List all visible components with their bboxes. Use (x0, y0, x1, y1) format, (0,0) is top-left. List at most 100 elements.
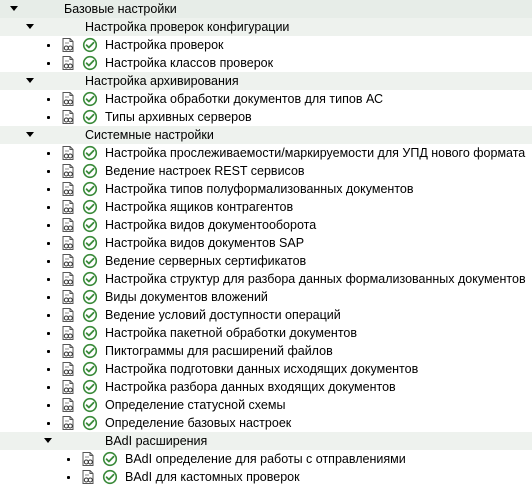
document-glasses-icon[interactable] (60, 397, 76, 413)
execute-check-icon[interactable] (102, 451, 118, 467)
bullet-icon (47, 260, 50, 263)
settings-tree: Базовые настройки Настройка проверок конф… (0, 0, 532, 486)
document-glasses-icon[interactable] (60, 199, 76, 215)
tree-item[interactable]: Настройка видов документов SAP (0, 234, 532, 252)
document-glasses-icon[interactable] (60, 289, 76, 305)
tree-item[interactable]: Пиктограммы для расширений файлов (0, 342, 532, 360)
bullet-icon (47, 368, 50, 371)
execute-check-icon[interactable] (82, 307, 98, 323)
document-glasses-icon[interactable] (60, 55, 76, 71)
tree-item[interactable]: Настройка пакетной обработки документов (0, 324, 532, 342)
triangle-down-icon[interactable] (10, 6, 18, 11)
execute-check-icon[interactable] (82, 271, 98, 287)
tree-subgroup[interactable]: BAdI расширения (0, 432, 532, 450)
tree-item[interactable]: Настройка проверок (0, 36, 532, 54)
document-glasses-icon[interactable] (80, 469, 96, 485)
tree-item[interactable]: Настройка структур для разбора данных фо… (0, 270, 532, 288)
execute-check-icon[interactable] (82, 415, 98, 431)
tree-item[interactable]: Настройка ящиков контрагентов (0, 198, 532, 216)
tree-item-label: Ведение настроек REST сервисов (105, 164, 305, 178)
tree-item[interactable]: Настройка подготовки данных исходящих до… (0, 360, 532, 378)
triangle-down-icon[interactable] (26, 78, 34, 83)
execute-check-icon[interactable] (82, 289, 98, 305)
tree-item-label: Настройка видов документов SAP (105, 236, 305, 250)
triangle-down-icon[interactable] (26, 24, 34, 29)
tree-item[interactable]: Определение базовых настроек (0, 414, 532, 432)
execute-check-icon[interactable] (82, 145, 98, 161)
document-glasses-icon[interactable] (60, 361, 76, 377)
bullet-icon (47, 422, 50, 425)
tree-item[interactable]: Определение статусной схемы (0, 396, 532, 414)
document-glasses-icon[interactable] (60, 217, 76, 233)
tree-item[interactable]: Настройка классов проверок (0, 54, 532, 72)
tree-group[interactable]: Системные настройки (0, 126, 532, 144)
tree-item-label: Пиктограммы для расширений файлов (105, 344, 333, 358)
tree-item-label: Настройка разбора данных входящих докуме… (105, 380, 396, 394)
execute-check-icon[interactable] (82, 379, 98, 395)
bullet-icon (47, 314, 50, 317)
tree-item[interactable]: BAdI для кастомных проверок (0, 468, 532, 486)
bullet-icon (47, 296, 50, 299)
bullet-icon (47, 278, 50, 281)
tree-group[interactable]: Настройка архивирования (0, 72, 532, 90)
execute-check-icon[interactable] (82, 91, 98, 107)
tree-item[interactable]: Ведение серверных сертификатов (0, 252, 532, 270)
execute-check-icon[interactable] (82, 325, 98, 341)
tree-item[interactable]: Ведение условий доступности операций (0, 306, 532, 324)
document-glasses-icon[interactable] (60, 181, 76, 197)
execute-check-icon[interactable] (82, 109, 98, 125)
triangle-down-icon[interactable] (44, 438, 52, 443)
tree-item[interactable]: Ведение настроек REST сервисов (0, 162, 532, 180)
document-glasses-icon[interactable] (60, 379, 76, 395)
execute-check-icon[interactable] (82, 397, 98, 413)
tree-item-label: Настройка пакетной обработки документов (105, 326, 358, 340)
tree-item[interactable]: Настройка прослеживаемости/маркируемости… (0, 144, 532, 162)
tree-root[interactable]: Базовые настройки (0, 0, 532, 18)
document-glasses-icon[interactable] (60, 271, 76, 287)
execute-check-icon[interactable] (102, 469, 118, 485)
tree-item[interactable]: Настройка разбора данных входящих докуме… (0, 378, 532, 396)
tree-item[interactable]: Виды документов вложений (0, 288, 532, 306)
document-glasses-icon[interactable] (60, 163, 76, 179)
tree-item-label: Типы архивных серверов (105, 110, 252, 124)
tree-item-label: Настройка подготовки данных исходящих до… (105, 362, 419, 376)
document-glasses-icon[interactable] (60, 307, 76, 323)
execute-check-icon[interactable] (82, 217, 98, 233)
document-glasses-icon[interactable] (60, 91, 76, 107)
tree-item[interactable]: Типы архивных серверов (0, 108, 532, 126)
tree-item-label: Настройка прослеживаемости/маркируемости… (105, 146, 526, 160)
execute-check-icon[interactable] (82, 181, 98, 197)
execute-check-icon[interactable] (82, 163, 98, 179)
document-glasses-icon[interactable] (60, 415, 76, 431)
execute-check-icon[interactable] (82, 55, 98, 71)
tree-item[interactable]: Настройка обработки документов для типов… (0, 90, 532, 108)
document-glasses-icon[interactable] (60, 37, 76, 53)
document-glasses-icon[interactable] (80, 451, 96, 467)
bullet-icon (47, 116, 50, 119)
document-glasses-icon[interactable] (60, 109, 76, 125)
bullet-icon (67, 458, 70, 461)
bullet-icon (47, 350, 50, 353)
tree-item[interactable]: BAdI определение для работы с отправлени… (0, 450, 532, 468)
tree-root-label: Базовые настройки (64, 2, 177, 16)
document-glasses-icon[interactable] (60, 235, 76, 251)
execute-check-icon[interactable] (82, 235, 98, 251)
bullet-icon (47, 188, 50, 191)
tree-item-label: Настройка структур для разбора данных фо… (105, 272, 526, 286)
tree-item[interactable]: Настройка видов документооборота (0, 216, 532, 234)
document-glasses-icon[interactable] (60, 253, 76, 269)
execute-check-icon[interactable] (82, 361, 98, 377)
triangle-down-icon[interactable] (26, 132, 34, 137)
execute-check-icon[interactable] (82, 343, 98, 359)
execute-check-icon[interactable] (82, 253, 98, 269)
tree-subgroup-label: BAdI расширения (105, 434, 208, 448)
execute-check-icon[interactable] (82, 199, 98, 215)
document-glasses-icon[interactable] (60, 343, 76, 359)
tree-group-label: Системные настройки (85, 128, 214, 142)
document-glasses-icon[interactable] (60, 325, 76, 341)
tree-item-label: Настройка типов полуформализованных доку… (105, 182, 414, 196)
tree-item[interactable]: Настройка типов полуформализованных доку… (0, 180, 532, 198)
execute-check-icon[interactable] (82, 37, 98, 53)
tree-group[interactable]: Настройка проверок конфигурации (0, 18, 532, 36)
document-glasses-icon[interactable] (60, 145, 76, 161)
